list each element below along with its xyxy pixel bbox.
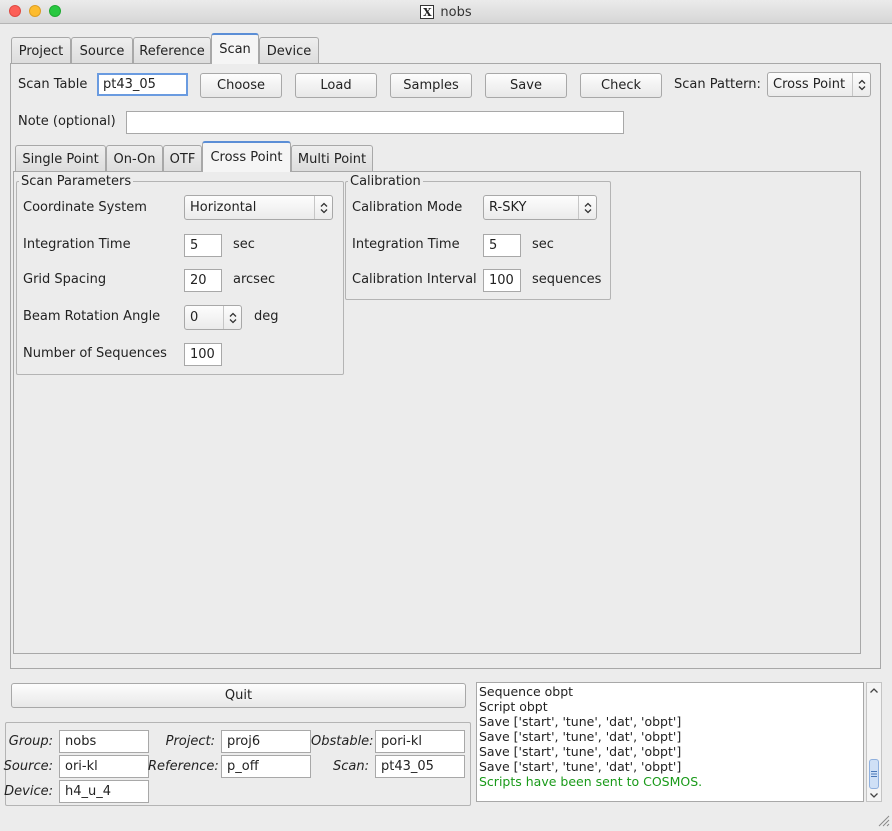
calibration-interval-label: Calibration Interval [352,272,477,287]
tab-label: Multi Point [297,151,367,167]
beam-rotation-value: 0 [190,310,199,325]
reference-field: p_off [221,755,311,778]
tab-otf[interactable]: OTF [163,145,202,172]
tab-multi-point[interactable]: Multi Point [291,145,373,172]
calibration-mode-select[interactable]: R-SKY [483,195,597,220]
updown-chevron-icon [852,73,870,96]
log-scrollbar[interactable] [866,682,882,802]
log-panel[interactable]: Sequence obpt Script obpt Save ['start',… [476,682,864,802]
obstable-label: Obstable: [311,734,374,749]
tab-label: Device [266,43,312,59]
scan-label: Scan: [333,759,369,774]
log-line: Script obpt [479,699,548,714]
device-label: Device: [4,784,53,799]
scan-parameters-title: Scan Parameters [19,174,134,189]
tab-source[interactable]: Source [71,37,133,64]
calibration-integration-input[interactable]: 5 [483,234,521,257]
save-button[interactable]: Save [485,73,567,98]
tab-scan[interactable]: Scan [211,33,259,64]
window-title: nobs [440,4,472,20]
number-of-sequences-label: Number of Sequences [23,346,167,361]
tab-label: Scan [219,42,251,57]
tab-project[interactable]: Project [11,37,71,64]
beam-rotation-label: Beam Rotation Angle [23,309,161,324]
title-bar: X nobs [0,0,892,24]
samples-button[interactable]: Samples [390,73,472,98]
number-of-sequences-input[interactable]: 100 [184,343,222,366]
grid-spacing-input[interactable]: 20 [184,269,222,292]
tab-label: On-On [113,151,156,167]
calibration-title: Calibration [348,174,423,189]
log-line: Save ['start', 'tune', 'dat', 'obpt'] [479,759,682,774]
grid-spacing-unit: arcsec [233,272,276,287]
grid-spacing-label: Grid Spacing [23,272,107,287]
integration-time-input[interactable]: 5 [184,234,222,257]
scroll-down-icon[interactable] [869,789,879,799]
log-line: Sequence obpt [479,684,574,699]
log-line: Save ['start', 'tune', 'dat', 'obpt'] [479,729,682,744]
log-line: Save ['start', 'tune', 'dat', 'obpt'] [479,714,682,729]
tab-on-on[interactable]: On-On [106,145,163,172]
source-label: Source: [3,759,53,774]
source-field: ori-kl [59,755,149,778]
choose-button[interactable]: Choose [200,73,282,98]
note-label: Note (optional) [18,114,116,129]
beam-rotation-spinbox[interactable]: 0 [184,305,242,330]
tab-label: OTF [169,151,196,167]
tab-cross-point[interactable]: Cross Point [202,141,291,172]
updown-chevron-icon [578,196,596,219]
calibration-interval-input[interactable]: 100 [483,269,521,292]
coordinate-system-value: Horizontal [190,200,257,215]
updown-chevron-icon [314,196,332,219]
device-field: h4_u_4 [59,780,149,803]
note-input[interactable] [126,111,624,134]
tab-label: Source [79,43,125,59]
title-wrap: X nobs [0,0,892,24]
project-label: Project: [165,734,215,749]
updown-chevron-icon[interactable] [223,306,241,329]
scroll-up-icon[interactable] [869,685,879,695]
integration-time-unit: sec [233,237,255,252]
group-label: Group: [8,734,53,749]
beam-rotation-unit: deg [254,309,279,324]
scan-pattern-value: Cross Point [773,77,846,92]
project-field: proj6 [221,730,311,753]
load-button[interactable]: Load [295,73,377,98]
coordinate-system-select[interactable]: Horizontal [184,195,333,220]
quit-button[interactable]: Quit [11,683,466,708]
tab-label: Cross Point [210,150,283,165]
tab-reference[interactable]: Reference [133,37,211,64]
calibration-mode-label: Calibration Mode [352,200,463,215]
check-button[interactable]: Check [580,73,662,98]
tab-device[interactable]: Device [259,37,319,64]
tab-label: Project [18,43,64,59]
tab-single-point[interactable]: Single Point [15,145,106,172]
scan-table-label: Scan Table [18,77,88,92]
calibration-integration-unit: sec [532,237,554,252]
calibration-mode-value: R-SKY [489,200,527,215]
scan-pattern-select[interactable]: Cross Point [767,72,871,97]
resize-grip-icon[interactable] [876,813,890,827]
scan-pattern-label: Scan Pattern: [674,77,761,92]
calibration-integration-label: Integration Time [352,237,460,252]
coordinate-system-label: Coordinate System [23,200,147,215]
calibration-interval-unit: sequences [532,272,602,287]
integration-time-label: Integration Time [23,237,131,252]
log-status-line: Scripts have been sent to COSMOS. [479,774,703,789]
scan-table-input[interactable]: pt43_05 [97,73,188,96]
obstable-field: pori-kl [375,730,465,753]
group-field: nobs [59,730,149,753]
tab-label: Single Point [22,151,99,167]
log-line: Save ['start', 'tune', 'dat', 'obpt'] [479,744,682,759]
reference-label: Reference: [148,759,219,774]
x11-icon: X [420,5,435,19]
scan-field: pt43_05 [375,755,465,778]
tab-label: Reference [139,43,205,59]
scroll-thumb[interactable] [869,759,879,789]
